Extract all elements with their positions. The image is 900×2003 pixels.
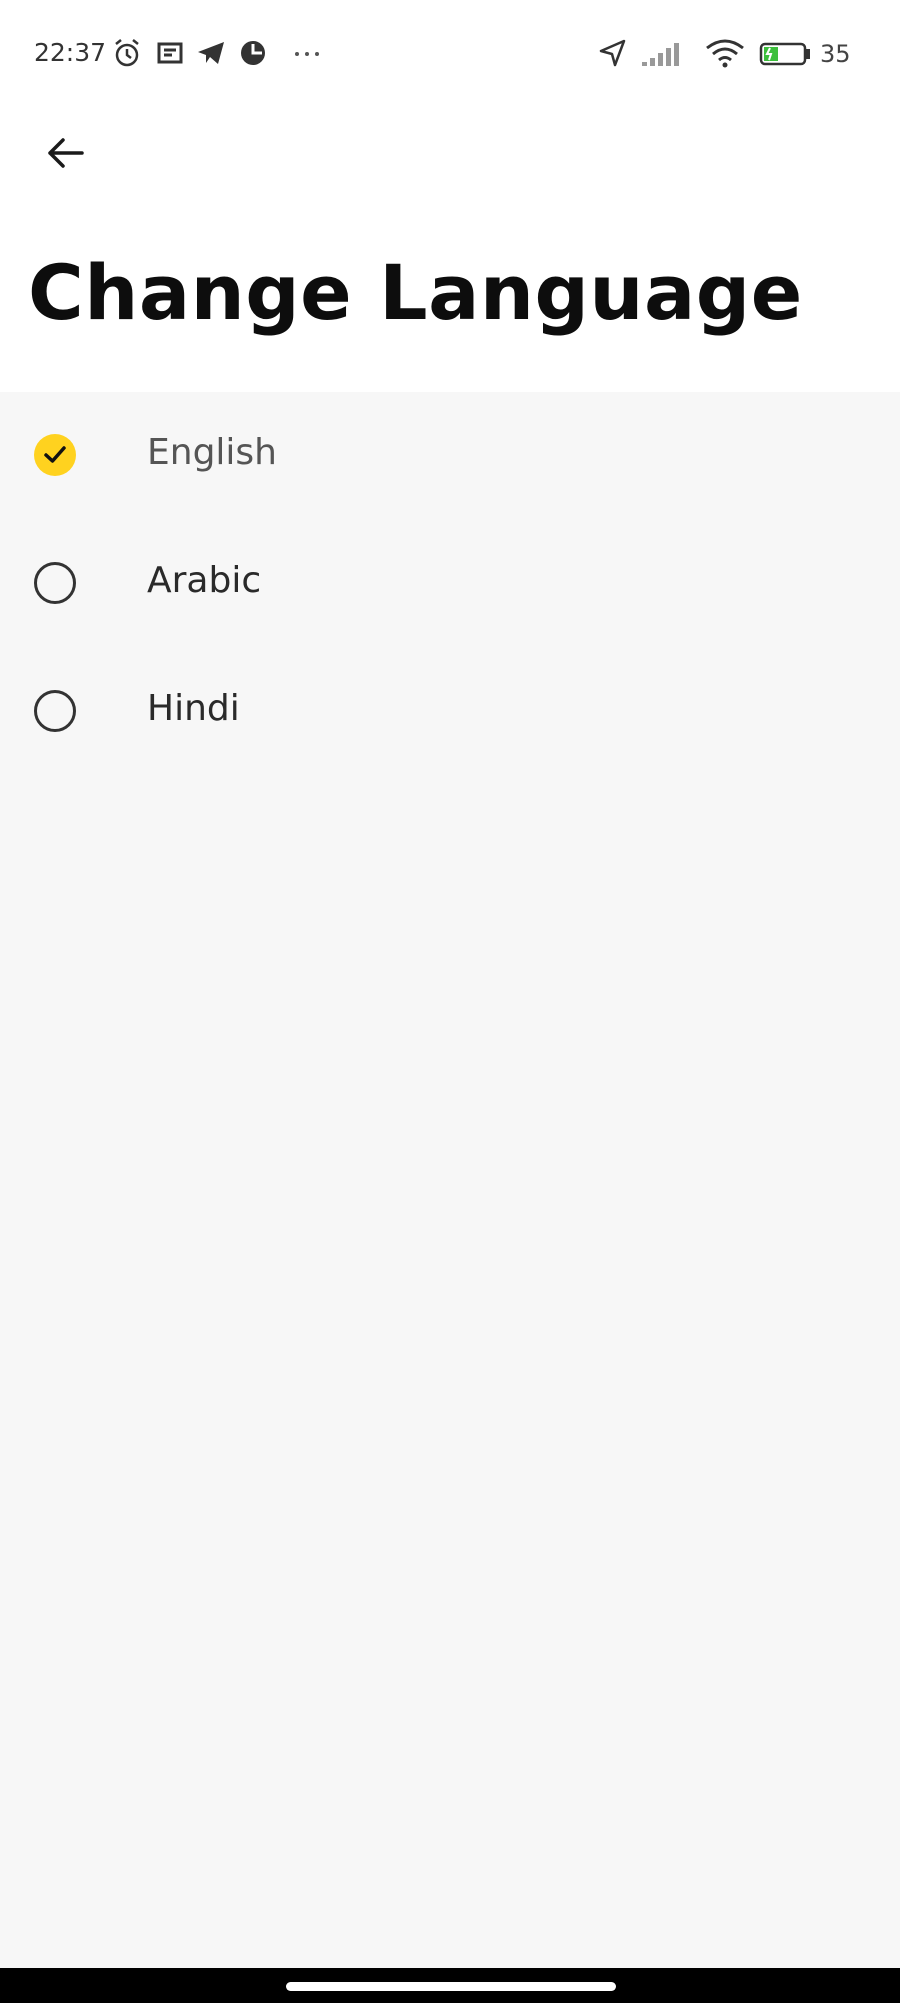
more-dots-icon: [295, 52, 319, 56]
location-icon: [599, 39, 626, 67]
header-area: 22:37 35 Change Language: [0, 0, 900, 392]
navigation-bar: [0, 1968, 900, 2003]
signal-icon: [642, 43, 679, 66]
battery-percent: 35: [820, 40, 851, 68]
app-icon: [241, 41, 265, 65]
wifi-icon: [706, 39, 744, 68]
check-icon: [44, 446, 66, 463]
language-option-english[interactable]: English: [0, 392, 900, 520]
radio-unchecked[interactable]: [34, 690, 76, 732]
page-title: Change Language: [28, 248, 803, 337]
back-button[interactable]: [38, 126, 92, 180]
telegram-icon: [198, 42, 224, 64]
radio-unchecked[interactable]: [34, 562, 76, 604]
home-indicator[interactable]: [286, 1982, 616, 1991]
arrow-left-icon: [48, 138, 84, 168]
language-option-hindi[interactable]: Hindi: [0, 648, 900, 776]
alarm-icon: [115, 39, 139, 67]
language-label: Arabic: [147, 560, 262, 601]
language-label: English: [147, 432, 277, 473]
radio-checked[interactable]: [34, 434, 76, 476]
notification-icon: [157, 42, 183, 64]
language-option-arabic[interactable]: Arabic: [0, 520, 900, 648]
status-bar: 22:37 35: [0, 0, 900, 108]
status-time: 22:37: [34, 38, 107, 67]
language-label: Hindi: [147, 688, 240, 729]
battery-icon: [759, 42, 810, 66]
